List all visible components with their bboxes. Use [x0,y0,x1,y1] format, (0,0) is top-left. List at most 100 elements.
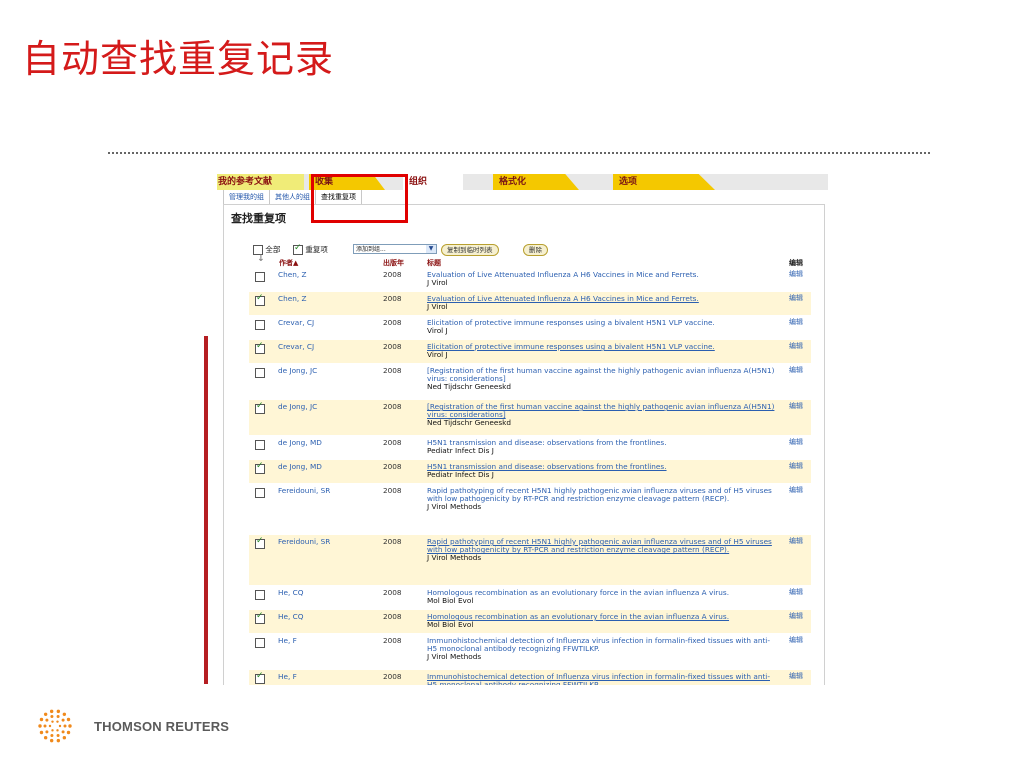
row-checkbox[interactable] [255,488,265,498]
select-duplicates[interactable]: 重复项 [293,243,328,255]
row-edit-link[interactable]: 编辑 [789,402,803,410]
row-author[interactable]: Crevar, CJ [278,318,314,327]
row-year: 2008 [383,462,402,471]
row-author[interactable]: Chen, Z [278,270,306,279]
row-author[interactable]: Fereidouni, SR [278,486,330,495]
row-title[interactable]: H5N1 transmission and disease: observati… [427,462,779,479]
row-checkbox[interactable] [255,590,265,600]
subnav-manage-groups[interactable]: 管理我的组 [224,190,270,204]
row-author[interactable]: de Jong, MD [278,462,322,471]
subnav-others-groups[interactable]: 其他人的组 [270,190,316,204]
row-year: 2008 [383,486,402,495]
row-author[interactable]: He, CQ [278,612,303,621]
row-title[interactable]: Homologous recombination as an evolution… [427,588,779,606]
table-row: de Jong, MD 2008 H5N1 transmission and dis… [249,460,811,483]
section-title: 查找重复项 [231,212,286,225]
row-author[interactable]: de Jong, JC [278,366,317,375]
add-to-group-select[interactable]: 添加到组... ▼ [353,244,437,254]
row-checkbox[interactable] [255,537,265,549]
row-year: 2008 [383,294,402,303]
row-journal: J Virol [427,302,448,312]
tab-organize[interactable]: 组织 [403,174,463,190]
row-edit-link[interactable]: 编辑 [789,342,803,350]
row-year: 2008 [383,537,402,546]
row-title[interactable]: Evaluation of Live Attenuated Influenza … [427,294,779,312]
table-row: Crevar, CJ 2008 Elicitation of protective … [249,340,811,363]
row-author[interactable]: de Jong, MD [278,438,322,447]
column-edit: 编辑 [789,259,803,267]
row-edit-link[interactable]: 编辑 [789,612,803,620]
row-author[interactable]: de Jong, JC [278,402,317,411]
row-year: 2008 [383,636,402,645]
row-author[interactable]: Chen, Z [278,294,306,303]
column-year[interactable]: 出版年 [383,258,404,268]
row-title[interactable]: [Registration of the first human vaccine… [427,366,779,392]
copy-to-quick-list-button[interactable]: 复制到临时列表 [441,244,499,256]
row-edit-link[interactable]: 编辑 [789,438,803,446]
tab-format[interactable]: 格式化 [493,174,579,190]
highlight-box [311,174,408,223]
row-checkbox[interactable] [255,342,265,354]
tab-options[interactable]: 选项 [613,174,715,190]
row-title[interactable]: H5N1 transmission and disease: observati… [427,438,779,456]
row-edit-link[interactable]: 编辑 [789,672,803,680]
tab-my-references[interactable]: 我的参考文献 [217,174,304,190]
table-row: de Jong, JC 2008 [Registration of the firs… [249,364,811,399]
row-checkbox[interactable] [255,272,265,282]
row-journal: J Virol Methods [427,502,482,512]
row-title[interactable]: Immunohistochemical detection of Influen… [427,636,779,662]
row-edit-link[interactable]: 编辑 [789,318,803,326]
row-edit-link[interactable]: 编辑 [789,537,803,545]
row-checkbox[interactable] [255,612,265,624]
row-checkbox[interactable] [255,440,265,450]
row-journal: J Virol Methods [427,652,482,662]
row-journal: Ned Tijdschr Geneeskd [427,418,511,428]
row-title[interactable]: Evaluation of Live Attenuated Influenza … [427,270,779,288]
column-title[interactable]: 标题 [427,258,441,268]
row-author[interactable]: He, CQ [278,588,303,597]
row-edit-link[interactable]: 编辑 [789,588,803,596]
row-title[interactable]: Rapid pathotyping of recent H5N1 highly … [427,486,779,512]
row-author[interactable]: He, F [278,636,297,645]
row-checkbox[interactable] [255,402,265,414]
accent-bar [204,336,208,684]
row-journal: Pediatr Infect Dis J [427,446,494,456]
row-checkbox[interactable] [255,320,265,330]
row-year: 2008 [383,366,402,375]
row-edit-link[interactable]: 编辑 [789,462,803,470]
row-author[interactable]: Crevar, CJ [278,342,314,351]
row-checkbox[interactable] [255,462,265,474]
row-title[interactable]: Elicitation of protective immune respons… [427,318,779,335]
row-edit-link[interactable]: 编辑 [789,294,803,302]
row-edit-link[interactable]: 编辑 [789,486,803,494]
add-to-group-value: 添加到组... [356,246,386,253]
brand-name: THOMSON REUTERS [94,719,230,734]
row-title[interactable]: [Registration of the first human vaccine… [427,402,779,428]
row-year: 2008 [383,438,402,447]
row-journal: Mol Biol Evol [427,596,474,606]
row-checkbox[interactable] [255,672,265,684]
row-edit-link[interactable]: 编辑 [789,366,803,374]
delete-button[interactable]: 删除 [523,244,548,256]
row-title[interactable]: Elicitation of protective immune respons… [427,342,779,359]
row-checkbox[interactable] [255,368,265,378]
select-duplicates-checkbox[interactable] [293,243,303,255]
row-title[interactable]: Homologous recombination as an evolution… [427,612,779,629]
chevron-down-icon[interactable]: ▼ [426,245,436,253]
row-year: 2008 [383,672,402,681]
row-title[interactable]: Immunohistochemical detection of Influen… [427,672,779,685]
row-edit-link[interactable]: 编辑 [789,636,803,644]
row-title[interactable]: Rapid pathotyping of recent H5N1 highly … [427,537,779,563]
row-edit-link[interactable]: 编辑 [789,270,803,278]
table-row: de Jong, JC 2008 [Registration of the firs… [249,400,811,435]
select-duplicates-label: 重复项 [305,245,328,254]
row-checkbox[interactable] [255,638,265,648]
table-row: Chen, Z 2008 Evaluation of Live Attenuated… [249,268,811,291]
tab-bar: 我的参考文献 收集 组织 格式化 选项 [217,174,828,190]
row-author[interactable]: Fereidouni, SR [278,537,330,546]
row-checkbox[interactable] [255,294,265,306]
row-year: 2008 [383,318,402,327]
row-journal: J Virol [427,278,448,288]
row-author[interactable]: He, F [278,672,297,681]
column-author[interactable]: 作者▲ [279,258,298,268]
